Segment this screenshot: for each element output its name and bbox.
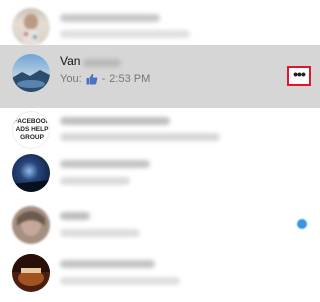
separator: - [101,73,106,85]
avatar [12,206,50,244]
avatar [12,154,50,192]
conversation-time: 2:53 PM [109,73,151,85]
avatar [12,54,50,92]
conversation-preview-redacted [60,229,140,237]
avatar-group-logo: FACEBOOK ADS HELP GROUP [14,118,50,141]
unread-dot [297,219,307,229]
avatar-photo [12,154,50,192]
avatar: FACEBOOK ADS HELP GROUP [12,111,50,149]
conversation-name: Van [60,54,81,68]
conversation-preview-redacted [60,30,190,38]
svg-text:FACEBOOK: FACEBOOK [14,118,50,125]
avatar-photo [12,54,50,92]
avatar-photo [12,206,50,244]
thumbs-up-icon [86,73,97,85]
conversation-name-redacted [60,117,170,125]
more-options-button[interactable]: ••• [287,66,311,86]
conversation-preview-redacted [60,277,180,285]
svg-text:GROUP: GROUP [20,134,45,141]
conversation-preview: You: - 2:53 PM [60,73,150,85]
conversation-name-redacted [60,212,90,220]
conversation-name-redacted [60,14,160,22]
avatar-photo [23,14,39,46]
conversation-list: Van You: - 2:53 PM ••• FACEBOOK ADS HELP… [0,0,320,302]
more-options-icon: ••• [293,66,306,82]
conversation-row-selected[interactable]: Van You: - 2:53 PM [0,45,320,108]
conversation-name-redacted [60,160,150,168]
you-prefix: You: [60,73,82,85]
avatar-photo [12,254,50,292]
svg-text:ADS HELP: ADS HELP [16,126,50,133]
avatar [12,254,50,292]
conversation-name-redacted [60,260,155,268]
conversation-preview-redacted [60,177,130,185]
conversation-preview-redacted [60,133,220,141]
conversation-name-redacted [83,59,121,67]
conversation-row[interactable] [0,248,320,302]
avatar [12,8,50,46]
